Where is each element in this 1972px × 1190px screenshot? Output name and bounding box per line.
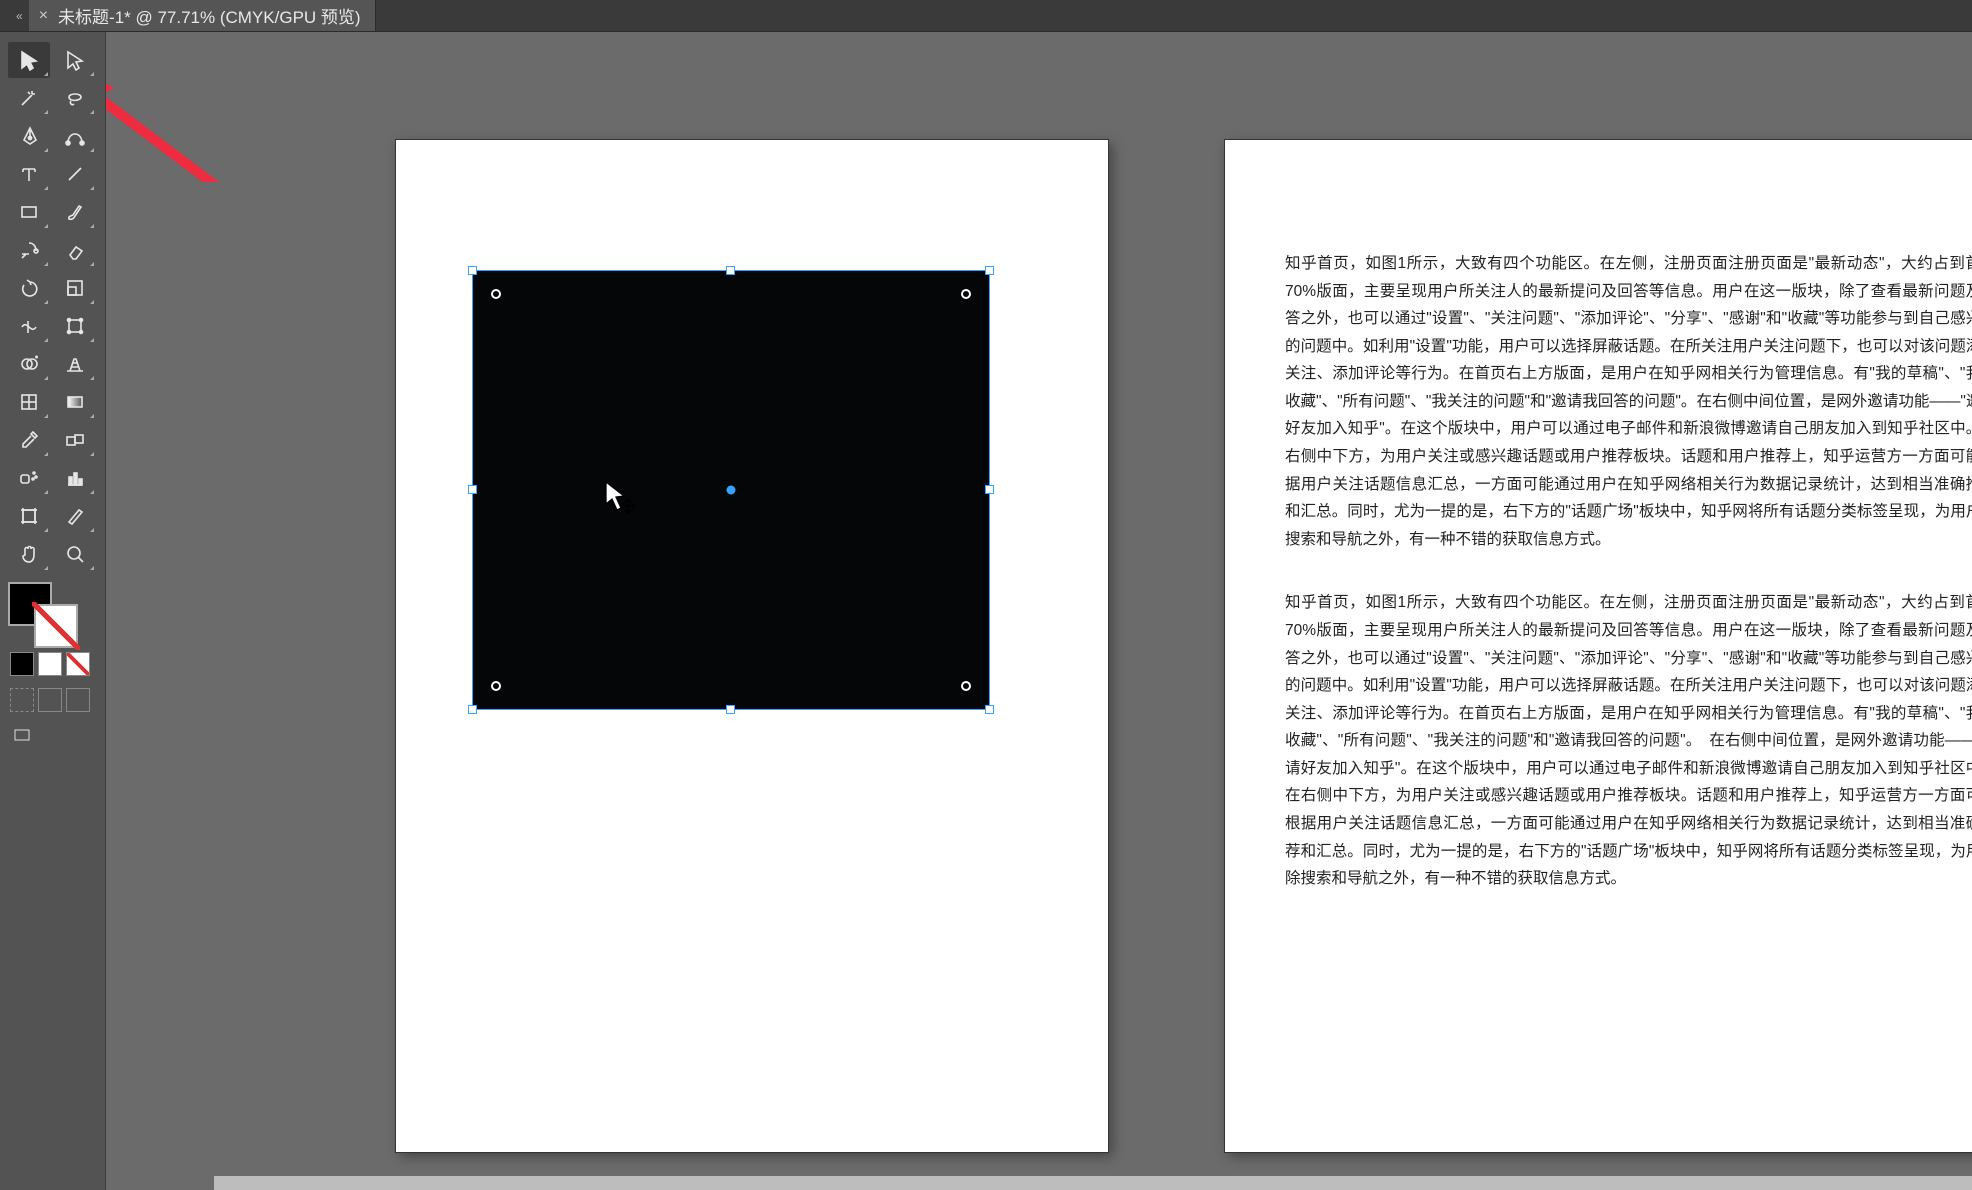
selection-center-icon — [727, 486, 736, 495]
body-paragraph: 知乎首页，如图1所示，大致有四个功能区。在左侧，注册页面注册页面是"最新动态"，… — [1285, 589, 1972, 892]
selection-handle-ne[interactable] — [985, 266, 994, 275]
selection-handle-sw[interactable] — [468, 705, 477, 714]
selection-handle-e[interactable] — [985, 485, 994, 494]
shape-builder-tool-icon[interactable] — [8, 346, 50, 382]
live-corner-widget-sw[interactable] — [491, 681, 501, 691]
selection-handle-s[interactable] — [726, 705, 735, 714]
column-graph-tool-icon[interactable] — [54, 460, 96, 496]
curvature-pen-tool-icon[interactable] — [54, 118, 96, 154]
color-mode-none-icon[interactable] — [66, 652, 90, 676]
stroke-color-swatch[interactable] — [34, 604, 78, 648]
color-mode-gradient-icon[interactable] — [38, 652, 62, 676]
hand-tool-icon[interactable] — [8, 536, 50, 572]
title-bar: « × 未标题-1* @ 77.71% (CMYK/GPU 预览) — [0, 0, 1972, 32]
lasso-tool-icon[interactable] — [54, 80, 96, 116]
zoom-tool-icon[interactable] — [54, 536, 96, 572]
selection-handle-nw[interactable] — [468, 266, 477, 275]
mesh-tool-icon[interactable] — [8, 384, 50, 420]
live-corner-widget-nw[interactable] — [491, 289, 501, 299]
width-tool-icon[interactable] — [8, 308, 50, 344]
rotate-tool-icon[interactable] — [8, 270, 50, 306]
artboard-tool-icon[interactable] — [8, 498, 50, 534]
selection-tool-icon[interactable] — [8, 42, 50, 78]
screen-mode-icon[interactable] — [10, 724, 34, 748]
annotation-overlay — [106, 32, 406, 182]
magic-wand-tool-icon[interactable] — [8, 80, 50, 116]
selected-rectangle-object[interactable] — [472, 270, 990, 710]
direct-selection-tool-icon[interactable] — [54, 42, 96, 78]
body-paragraph: 知乎首页，如图1所示，大致有四个功能区。在左侧，注册页面注册页面是"最新动态"，… — [1285, 250, 1972, 553]
line-segment-tool-icon[interactable] — [54, 156, 96, 192]
free-transform-tool-icon[interactable] — [54, 308, 96, 344]
pen-tool-icon[interactable] — [8, 118, 50, 154]
rectangle-tool-icon[interactable] — [8, 194, 50, 230]
perspective-grid-tool-icon[interactable] — [54, 346, 96, 382]
document-tab[interactable]: × 未标题-1* @ 77.71% (CMYK/GPU 预览) — [29, 0, 376, 31]
live-corner-widget-se[interactable] — [961, 681, 971, 691]
paintbrush-tool-icon[interactable] — [54, 194, 96, 230]
artboard-1[interactable] — [396, 140, 1108, 1152]
draw-behind-icon[interactable] — [38, 688, 62, 712]
close-tab-icon[interactable]: × — [39, 7, 48, 25]
selection-handle-se[interactable] — [985, 705, 994, 714]
draw-inside-icon[interactable] — [66, 688, 90, 712]
gradient-tool-icon[interactable] — [54, 384, 96, 420]
tab-title: 未标题-1* @ 77.71% (CMYK/GPU 预览) — [58, 3, 361, 28]
draw-normal-icon[interactable] — [10, 688, 34, 712]
eyedropper-tool-icon[interactable] — [8, 422, 50, 458]
blend-tool-icon[interactable] — [54, 422, 96, 458]
selection-handle-w[interactable] — [468, 485, 477, 494]
toolbox-panel — [0, 32, 106, 1190]
eraser-tool-icon[interactable] — [54, 232, 96, 268]
selection-handle-n[interactable] — [726, 266, 735, 275]
symbol-sprayer-tool-icon[interactable] — [8, 460, 50, 496]
live-corner-widget-ne[interactable] — [961, 289, 971, 299]
horizontal-scrollbar[interactable] — [214, 1176, 1972, 1190]
canvas-area[interactable]: 知乎首页，如图1所示，大致有四个功能区。在左侧，注册页面注册页面是"最新动态"，… — [106, 32, 1972, 1190]
shaper-tool-icon[interactable] — [8, 232, 50, 268]
panel-collapse-icon[interactable]: « — [10, 9, 29, 23]
color-mode-solid-icon[interactable] — [10, 652, 34, 676]
type-tool-icon[interactable] — [8, 156, 50, 192]
artboard-2[interactable]: 知乎首页，如图1所示，大致有四个功能区。在左侧，注册页面注册页面是"最新动态"，… — [1225, 140, 1972, 1152]
slice-tool-icon[interactable] — [54, 498, 96, 534]
scale-tool-icon[interactable] — [54, 270, 96, 306]
